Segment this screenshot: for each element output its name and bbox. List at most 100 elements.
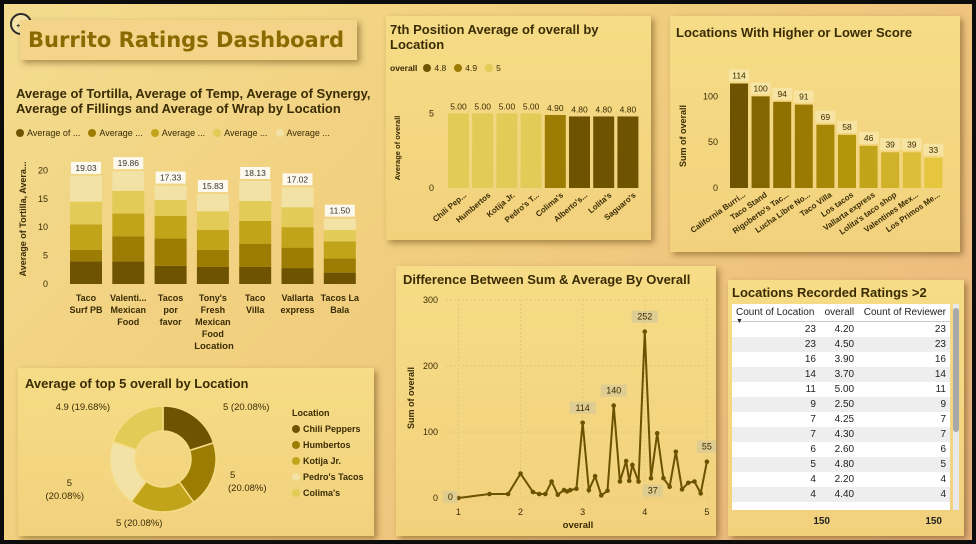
line-ytick: 100 xyxy=(423,427,438,437)
stacked-bar-segment xyxy=(281,227,314,248)
table-cell: 9 xyxy=(732,396,820,412)
hl-data-label: 39 xyxy=(885,139,895,149)
hl-bar xyxy=(924,157,943,188)
seventh-data-label: 4.80 xyxy=(620,104,637,114)
line-point xyxy=(679,487,685,492)
stacked-xtick: Taco xyxy=(76,293,97,303)
line-point xyxy=(586,487,592,493)
legend-dot-icon xyxy=(292,425,300,433)
stacked-ytick: 0 xyxy=(43,279,48,289)
donut-legend-item[interactable]: Kotija Jr. xyxy=(292,456,372,466)
donut-legend-label: Humbertos xyxy=(303,440,351,450)
col-header-count-location[interactable]: Count of Location ▼ xyxy=(732,304,820,325)
seventh-bar xyxy=(448,113,469,188)
total-count-location: 150 xyxy=(813,516,830,527)
seventh-legend-item-2[interactable]: 5 xyxy=(485,63,501,73)
sort-desc-icon[interactable]: ▼ xyxy=(736,318,743,325)
line-point xyxy=(630,462,635,468)
hl-bar xyxy=(881,152,900,188)
stacked-bar-segment xyxy=(281,187,314,208)
line-xlabel: overall xyxy=(563,520,594,531)
stacked-total-label: 15.83 xyxy=(202,181,224,191)
line-point xyxy=(642,329,648,334)
table-scrollbar-thumb[interactable] xyxy=(953,308,959,432)
stacked-legend-item-0[interactable]: Average of ... xyxy=(16,128,80,138)
donut-legend-item[interactable]: Humbertos xyxy=(292,440,372,450)
table-cell: 7 xyxy=(732,426,820,442)
seventh-legend-item-0[interactable]: 4.8 xyxy=(423,63,446,73)
table-row[interactable]: 6 2.60 6 xyxy=(732,441,950,457)
table-row[interactable]: 23 4.50 23 xyxy=(732,336,950,352)
donut-label: (20.08%) xyxy=(228,483,267,494)
col-header-overall[interactable]: overall xyxy=(819,304,859,322)
stacked-legend-item-1[interactable]: Average ... xyxy=(88,128,143,138)
table-row[interactable]: 16 3.90 16 xyxy=(732,351,950,367)
table-scrollbar[interactable] xyxy=(953,304,959,510)
hl-bar xyxy=(902,152,921,188)
table-cell: 14 xyxy=(732,366,820,382)
table-row[interactable]: 14 3.70 14 xyxy=(732,366,950,382)
stacked-chart-legend: Average of ... Average ... Average ... Aver… xyxy=(16,128,372,140)
line-point xyxy=(543,491,548,497)
table-cell: 2.20 xyxy=(819,471,859,487)
line-point xyxy=(549,479,554,484)
seventh-bar xyxy=(617,116,639,188)
stacked-bar-segment xyxy=(112,261,145,284)
donut-label: 5 xyxy=(67,478,72,489)
stacked-bar-segment xyxy=(154,185,187,200)
stacked-legend-item-4-label: Average ... xyxy=(286,128,330,138)
seventh-legend-item-1[interactable]: 4.9 xyxy=(454,63,477,73)
hl-data-label: 69 xyxy=(821,112,831,122)
legend-dot-icon xyxy=(88,129,97,137)
table-cell: 3.90 xyxy=(819,351,859,367)
table-cell: 4.20 xyxy=(819,321,859,337)
table-cell: 2.50 xyxy=(819,396,859,412)
table-row[interactable]: 5 4.80 5 xyxy=(732,456,950,472)
stacked-xtick: Surf PB xyxy=(69,305,103,315)
line-data-label: 37 xyxy=(648,486,658,496)
stacked-legend-item-1-label: Average ... xyxy=(99,128,143,138)
donut-legend-label: Pedro's Tacos xyxy=(303,472,364,482)
line-point xyxy=(704,459,710,464)
table-row[interactable]: 11 5.00 11 xyxy=(732,381,950,397)
seventh-legend-title: overall xyxy=(390,63,418,73)
ratings-table-wrapper[interactable]: Count of Location ▼ overall Count of Rev… xyxy=(732,304,950,510)
table-cell: 4.40 xyxy=(819,486,859,502)
donut-legend-label: Kotija Jr. xyxy=(303,456,342,466)
stacked-total-label: 17.02 xyxy=(287,174,309,184)
line-ytick: 200 xyxy=(423,361,438,371)
line-point xyxy=(518,471,523,476)
stacked-legend-item-2[interactable]: Average ... xyxy=(150,128,205,138)
col-header-count-reviewer[interactable]: Count of Reviewer xyxy=(858,304,950,322)
stacked-legend-item-3[interactable]: Average ... xyxy=(213,128,268,138)
table-row[interactable]: 7 4.25 7 xyxy=(732,411,950,427)
donut-legend-item[interactable]: Colima's xyxy=(292,488,372,498)
donut-chart: 5 (20.08%) 5 (20.08%) 5 (20.08%) 5 (20.08%) 4.… xyxy=(45,402,269,529)
table-row[interactable]: 9 2.50 9 xyxy=(732,396,950,412)
seventh-data-label: 4.90 xyxy=(547,103,564,113)
table-cell: 4.80 xyxy=(819,456,859,472)
seventh-legend-item-1-label: 4.9 xyxy=(465,63,478,73)
donut-legend-item[interactable]: Pedro's Tacos xyxy=(292,472,372,482)
stacked-xtick: Food xyxy=(202,329,224,339)
table-row[interactable]: 23 4.20 23 xyxy=(732,321,950,337)
table-cell: 5 xyxy=(732,456,820,472)
table-row[interactable]: 7 4.30 7 xyxy=(732,426,950,442)
seventh-data-label: 5.00 xyxy=(450,101,467,111)
hl-data-label: 100 xyxy=(754,83,768,93)
stacked-total-label: 19.03 xyxy=(75,163,97,173)
table-row[interactable]: 4 2.20 4 xyxy=(732,471,950,487)
table-cell: 7 xyxy=(858,426,950,442)
table-cell: 4 xyxy=(858,471,950,487)
donut-title: Average of top 5 overall by Location xyxy=(25,376,249,391)
stacked-ytick: 5 xyxy=(43,251,48,261)
dashboard-title: Burrito Ratings Dashboard xyxy=(20,20,357,60)
stacked-chart-panel: Average of Tortilla, Average of Temp, Av… xyxy=(12,84,372,359)
stacked-xtick: Mexican xyxy=(195,317,231,327)
legend-dot-icon xyxy=(16,129,24,137)
stacked-xlabel: Location xyxy=(194,341,234,352)
seventh-legend-item-2-label: 5 xyxy=(496,63,501,73)
donut-legend-item[interactable]: Chili Peppers xyxy=(292,424,372,434)
stacked-legend-item-4[interactable]: Average ... xyxy=(275,128,330,138)
table-row[interactable]: 4 4.40 4 xyxy=(732,486,950,502)
